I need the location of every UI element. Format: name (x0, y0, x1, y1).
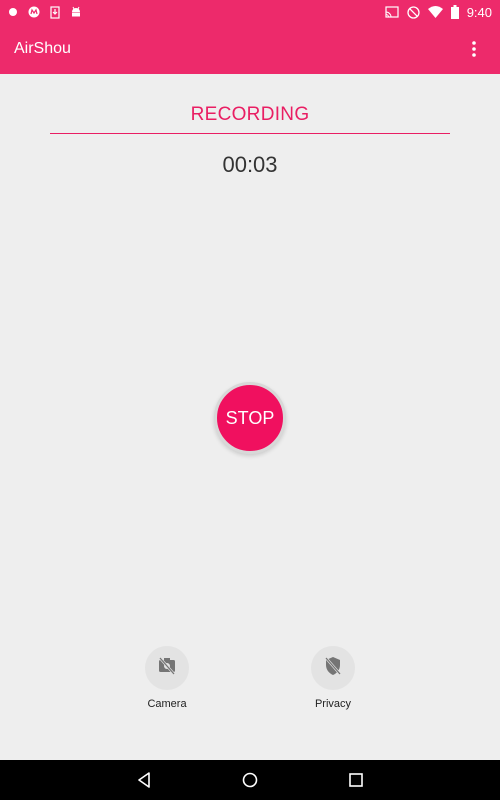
recording-status: RECORDING (50, 98, 450, 134)
privacy-label: Privacy (314, 698, 352, 710)
cast-icon (385, 6, 399, 18)
do-not-disturb-icon (407, 5, 420, 19)
app-bar: AirShou (0, 24, 500, 74)
navigation-bar (0, 760, 500, 800)
status-time: 9:40 (466, 4, 492, 20)
metro-icon (28, 6, 40, 18)
privacy-button[interactable] (311, 646, 355, 690)
dot-icon (8, 7, 18, 17)
recents-icon[interactable] (344, 768, 368, 792)
wifi-icon (427, 6, 443, 18)
camera-off-icon (157, 656, 177, 680)
overflow-menu-icon[interactable] (462, 37, 486, 61)
privacy-off-icon (324, 656, 342, 681)
camera-label: Camera (147, 698, 187, 710)
app-title: AirShou (14, 40, 71, 57)
status-bar: 9:40 (0, 0, 500, 24)
battery-icon (450, 5, 459, 19)
privacy-toggle[interactable]: Privacy (288, 646, 378, 710)
back-icon[interactable] (132, 768, 156, 792)
stop-button[interactable]: STOP (214, 382, 286, 454)
camera-button[interactable] (145, 646, 189, 690)
download-icon (50, 5, 60, 19)
recording-timer: 00:03 (222, 152, 278, 177)
android-icon (70, 6, 82, 18)
camera-toggle[interactable]: Camera (122, 646, 212, 710)
home-icon[interactable] (238, 768, 262, 792)
